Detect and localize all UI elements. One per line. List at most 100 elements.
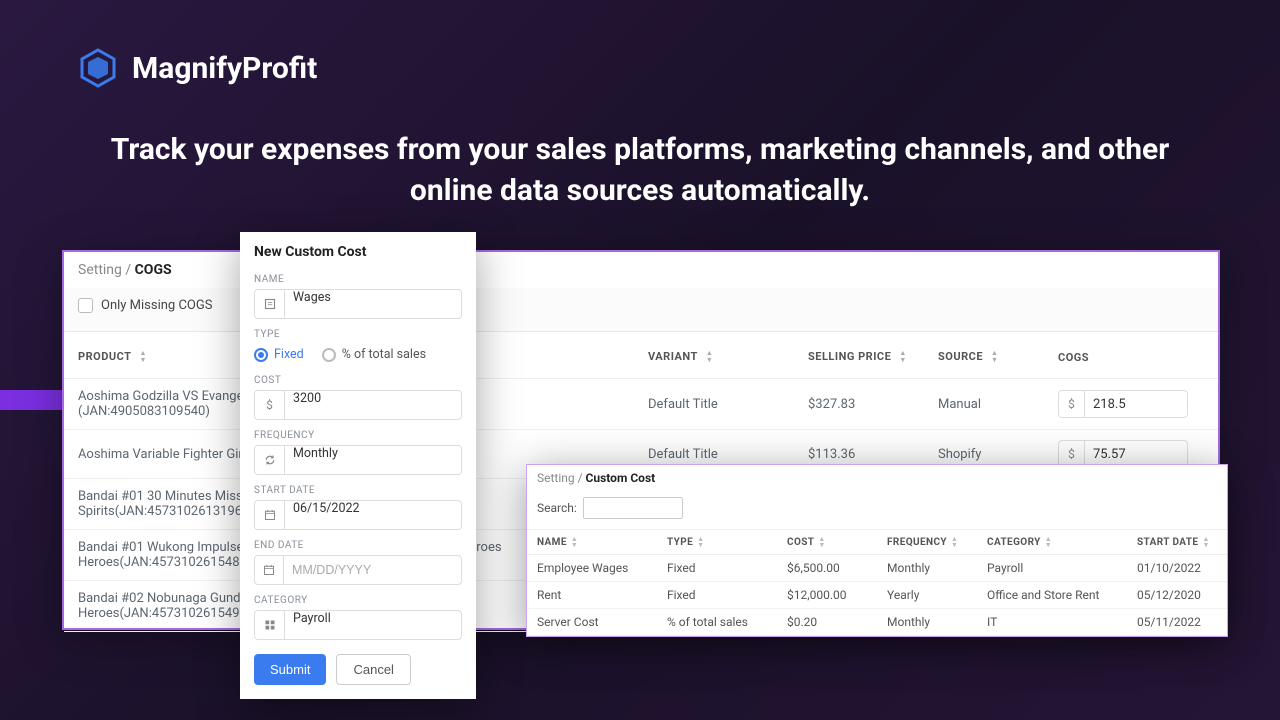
sort-icon: ▲▼ xyxy=(991,350,998,364)
calendar-icon xyxy=(255,556,284,584)
radio-fixed[interactable]: Fixed xyxy=(254,347,304,362)
search-label: Search: xyxy=(537,501,577,515)
cc-col-start-date[interactable]: Start Date▲▼ xyxy=(1137,536,1237,548)
col-cogs: COGS xyxy=(1058,351,1204,364)
cc-col-category[interactable]: Category▲▼ xyxy=(987,536,1137,548)
cell-name: Rent xyxy=(537,588,667,602)
sort-icon: ▲▼ xyxy=(1202,536,1209,548)
table-row: RentFixed$12,000.00YearlyOffice and Stor… xyxy=(527,582,1227,609)
cc-col-cost[interactable]: Cost▲▼ xyxy=(787,536,887,548)
cell-name: Employee Wages xyxy=(537,561,667,575)
category-select[interactable]: Payroll xyxy=(254,610,462,640)
sort-icon: ▲▼ xyxy=(706,350,713,364)
cell-cogs: $218.5 xyxy=(1058,390,1204,418)
col-selling-price[interactable]: Selling Price▲▼ xyxy=(808,350,938,364)
cell-category: Office and Store Rent xyxy=(987,588,1137,602)
label-type: Type xyxy=(254,329,462,340)
sort-icon: ▲▼ xyxy=(899,350,906,364)
type-radio-group: Fixed % of total sales xyxy=(254,344,462,365)
modal-buttons: Submit Cancel xyxy=(254,654,462,685)
cell-frequency: Monthly xyxy=(887,561,987,575)
table-row: Aoshima Godzilla VS Evangelion Type-3 Ki… xyxy=(64,379,1218,430)
breadcrumb: Setting / COGS xyxy=(64,252,1218,288)
only-missing-cogs-checkbox[interactable]: Only Missing COGS xyxy=(78,298,212,313)
breadcrumb-parent[interactable]: Setting xyxy=(537,471,575,485)
cell-variant: Default Title xyxy=(648,447,808,462)
breadcrumb-parent[interactable]: Setting xyxy=(78,262,122,278)
cc-col-type[interactable]: Type▲▼ xyxy=(667,536,787,548)
cancel-button[interactable]: Cancel xyxy=(336,654,410,685)
cell-category: IT xyxy=(987,615,1137,629)
frequency-select[interactable]: Monthly xyxy=(254,445,462,475)
cell-category: Payroll xyxy=(987,561,1137,575)
cost-input[interactable]: $ 3200 xyxy=(254,390,462,420)
accent-bar xyxy=(0,390,62,410)
cell-cost: $0.20 xyxy=(787,615,887,629)
sort-icon: ▲▼ xyxy=(139,350,146,364)
cell-start_date: 01/10/2022 xyxy=(1137,561,1237,575)
label-cost: Cost xyxy=(254,375,462,386)
cell-source: Shopify xyxy=(938,447,1058,462)
table-row: Server Cost% of total sales$0.20MonthlyI… xyxy=(527,609,1227,636)
brand-logo-icon xyxy=(78,48,118,88)
sort-icon: ▲▼ xyxy=(818,536,825,548)
cell-start_date: 05/12/2020 xyxy=(1137,588,1237,602)
brand-name: MagnifyProfit xyxy=(132,51,317,86)
cell-variant: Default Title xyxy=(648,397,808,412)
cc-col-name[interactable]: Name▲▼ xyxy=(537,536,667,548)
cell-source: Manual xyxy=(938,397,1058,412)
cc-search-row: Search: xyxy=(527,491,1227,530)
cogs-input[interactable]: $218.5 xyxy=(1058,390,1188,418)
label-frequency: Frequency xyxy=(254,430,462,441)
label-end-date: End Date xyxy=(254,540,462,551)
checkbox-box-icon xyxy=(78,298,93,313)
radio-dot-icon xyxy=(322,348,336,362)
start-date-input[interactable]: 06/15/2022 xyxy=(254,500,462,530)
cogs-table-header: Product▲▼ Variant▲▼ Selling Price▲▼ Sour… xyxy=(64,332,1218,379)
modal-title: New Custom Cost xyxy=(254,244,462,260)
cell-selling_price: $113.36 xyxy=(808,447,938,462)
breadcrumb-current: COGS xyxy=(135,262,172,278)
sort-icon: ▲▼ xyxy=(571,536,578,548)
grid-icon xyxy=(255,611,285,639)
new-custom-cost-modal: New Custom Cost Name Wages Type Fixed % … xyxy=(240,232,476,699)
breadcrumb-current: Custom Cost xyxy=(586,471,656,485)
cell-frequency: Monthly xyxy=(887,615,987,629)
brand-header: MagnifyProfit xyxy=(78,48,317,88)
col-variant[interactable]: Variant▲▼ xyxy=(648,350,808,364)
cc-col-frequency[interactable]: Frequency▲▼ xyxy=(887,536,987,548)
label-name: Name xyxy=(254,274,462,285)
cc-table-header: Name▲▼ Type▲▼ Cost▲▼ Frequency▲▼ Categor… xyxy=(527,530,1227,555)
cell-type: Fixed xyxy=(667,588,787,602)
end-date-field[interactable] xyxy=(284,556,461,584)
cell-start_date: 05/11/2022 xyxy=(1137,615,1237,629)
sort-icon: ▲▼ xyxy=(1045,536,1052,548)
cell-type: % of total sales xyxy=(667,615,787,629)
col-source[interactable]: Source▲▼ xyxy=(938,350,1058,364)
dollar-icon: $ xyxy=(255,391,285,419)
breadcrumb: Setting / Custom Cost xyxy=(527,465,1227,491)
cogs-filter-row: Only Missing COGS xyxy=(64,288,1218,332)
radio-pct-sales[interactable]: % of total sales xyxy=(322,347,426,362)
search-input[interactable] xyxy=(583,497,683,519)
text-icon xyxy=(255,290,285,318)
calendar-icon xyxy=(255,501,285,529)
label-category: Category xyxy=(254,595,462,606)
end-date-input[interactable] xyxy=(254,555,462,585)
table-row: Employee WagesFixed$6,500.00MonthlyPayro… xyxy=(527,555,1227,582)
cell-name: Server Cost xyxy=(537,615,667,629)
cell-type: Fixed xyxy=(667,561,787,575)
cell-selling_price: $327.83 xyxy=(808,397,938,412)
custom-cost-panel: Setting / Custom Cost Search: Name▲▼ Typ… xyxy=(526,464,1228,637)
tagline: Track your expenses from your sales plat… xyxy=(0,130,1280,211)
sort-icon: ▲▼ xyxy=(697,536,704,548)
submit-button[interactable]: Submit xyxy=(254,654,326,685)
cell-frequency: Yearly xyxy=(887,588,987,602)
label-start-date: Start Date xyxy=(254,485,462,496)
dollar-icon: $ xyxy=(1059,391,1085,417)
sort-icon: ▲▼ xyxy=(951,536,958,548)
name-input[interactable]: Wages xyxy=(254,289,462,319)
refresh-icon xyxy=(255,446,285,474)
cell-cost: $12,000.00 xyxy=(787,588,887,602)
radio-dot-icon xyxy=(254,348,268,362)
